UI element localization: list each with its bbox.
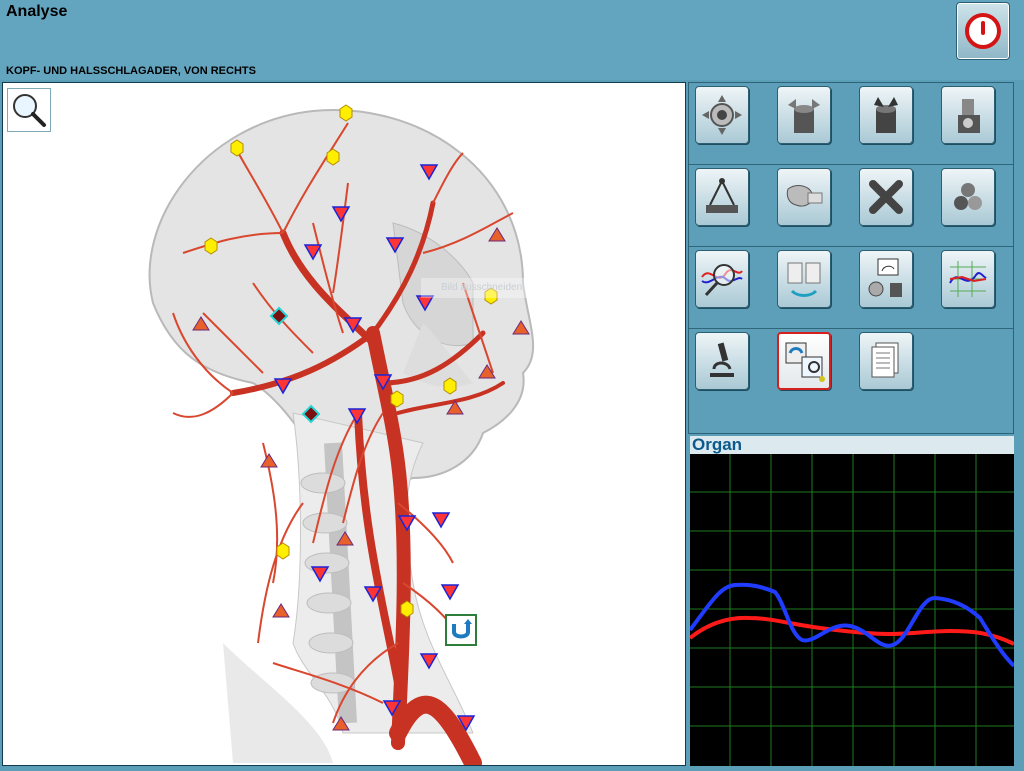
tool-button[interactable] — [695, 332, 749, 390]
document-icon — [871, 342, 899, 378]
tool-button[interactable] — [859, 168, 913, 226]
tool-button[interactable] — [941, 86, 995, 144]
undo-arrow-icon — [452, 619, 472, 639]
tool-panel — [688, 82, 1014, 434]
tool-button[interactable] — [859, 86, 913, 144]
graph-grid — [690, 454, 1014, 766]
tool-button[interactable] — [695, 168, 749, 226]
power-icon — [965, 13, 1001, 49]
tool-button-selected[interactable] — [777, 332, 831, 390]
tool-row-3 — [689, 247, 1013, 329]
cylinder-arrows-out-icon — [788, 99, 820, 133]
tool-row-1 — [689, 83, 1013, 165]
organ-compare-icon — [786, 185, 823, 207]
organ-signal-plot — [688, 454, 1016, 766]
organ-panel-title: Organ — [690, 436, 1014, 454]
title-bar: Analyse KOPF- UND HALSSCHLAGADER, VON RE… — [0, 0, 1024, 80]
anatomy-viewer[interactable]: Bild ausschneiden — [2, 82, 686, 766]
organ-graph — [688, 454, 1016, 766]
zoom-button[interactable] — [7, 88, 51, 132]
microscope-icon — [710, 342, 734, 377]
cylinder-arrows-in-icon — [874, 97, 898, 133]
tool-button[interactable] — [777, 86, 831, 144]
image-swap-icon — [785, 342, 825, 382]
tool-button[interactable] — [695, 86, 749, 144]
tool-button[interactable] — [859, 250, 913, 308]
graph-chart-icon — [949, 261, 987, 297]
tool-row-2 — [689, 165, 1013, 247]
tool-button[interactable] — [777, 168, 831, 226]
stamp-icon — [958, 99, 980, 133]
refresh-books-icon — [787, 262, 821, 297]
image-caption: KOPF- UND HALSSCHLAGADER, VON RECHTS — [6, 65, 256, 77]
tool-row-4 — [689, 329, 1013, 410]
magnifier-icon — [13, 94, 46, 127]
tool-button[interactable] — [941, 250, 995, 308]
crop-hint-label: Bild ausschneiden — [421, 278, 641, 298]
molecules-icon — [954, 183, 982, 210]
x-delete-icon — [869, 180, 903, 214]
head-neck-arteries-image — [148, 104, 535, 765]
tool-button[interactable] — [695, 250, 749, 308]
curve-magnifier-icon — [701, 264, 743, 297]
organ-tools-icon — [868, 258, 902, 297]
tool-button[interactable] — [777, 250, 831, 308]
crop-rotate-button[interactable] — [445, 614, 477, 646]
target-crosshair-icon — [702, 95, 742, 135]
tool-button[interactable] — [941, 168, 995, 226]
red-signal-line — [688, 615, 1015, 646]
power-button[interactable] — [956, 2, 1010, 60]
scale-icon — [706, 178, 738, 213]
app-title: Analyse — [6, 3, 68, 20]
blue-signal-line — [688, 582, 1016, 668]
tool-button[interactable] — [859, 332, 913, 390]
